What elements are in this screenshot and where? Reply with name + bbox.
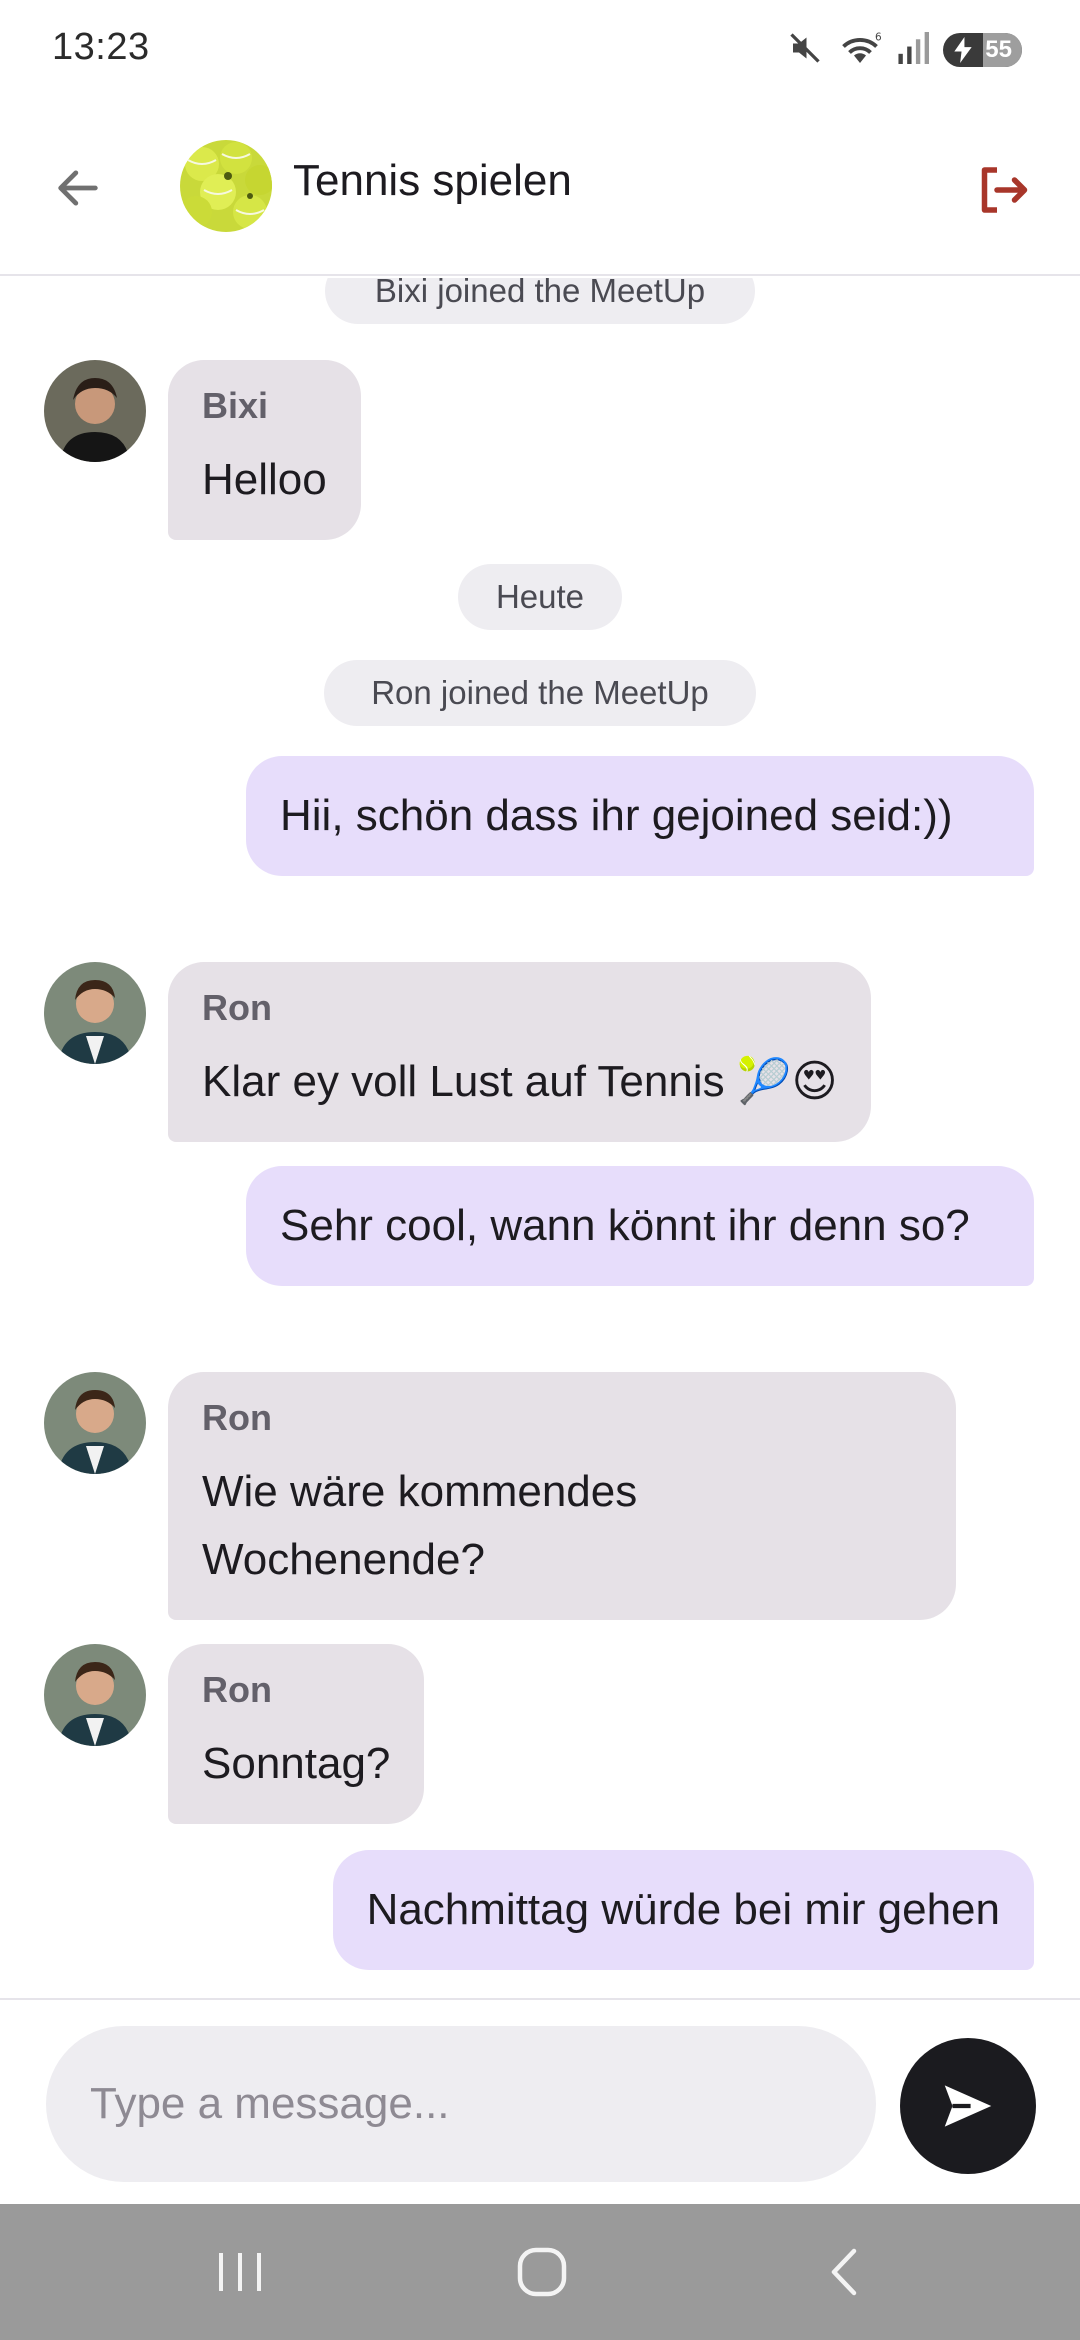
mute-icon bbox=[787, 30, 823, 71]
logout-icon bbox=[981, 167, 1028, 213]
home-icon bbox=[517, 2247, 567, 2297]
message-bubble-outgoing: Nachmittag würde bei mir gehen bbox=[332, 1850, 1034, 1970]
message-text: Sonntag? bbox=[202, 1739, 391, 1788]
home-button[interactable] bbox=[492, 2232, 592, 2312]
avatar-ron[interactable] bbox=[44, 962, 146, 1064]
battery-indicator: 55 bbox=[943, 33, 1022, 67]
back-chevron-icon bbox=[831, 2248, 857, 2296]
message-text: Klar ey voll Lust auf Tennis 🎾😍 bbox=[202, 1057, 838, 1106]
message-text: Nachmittag würde bei mir gehen bbox=[366, 1885, 1000, 1934]
battery-level: 55 bbox=[983, 33, 1022, 67]
message-bubble-incoming: Ron Wie wäre kommendes Wochenende? bbox=[168, 1372, 956, 1620]
chat-messages[interactable]: Bixi joined the MeetUp Bixi Helloo Heute… bbox=[0, 278, 1080, 1998]
wifi-icon: 6 bbox=[837, 30, 883, 71]
message-text: Helloo bbox=[202, 455, 327, 504]
message-bubble-incoming: Ron Sonntag? bbox=[168, 1644, 425, 1824]
message-bubble-outgoing: Sehr cool, wann könnt ihr denn so? bbox=[246, 1166, 1034, 1286]
message-bubble-incoming: Ron Klar ey voll Lust auf Tennis 🎾😍 bbox=[168, 962, 872, 1142]
date-divider: Heute bbox=[458, 564, 622, 630]
message-sender: Ron bbox=[202, 1397, 272, 1438]
message-sender: Ron bbox=[202, 987, 272, 1028]
charging-icon bbox=[943, 33, 983, 67]
message-sender: Ron bbox=[202, 1669, 272, 1710]
chat-title: Tennis spielen bbox=[293, 156, 572, 205]
avatar-ron[interactable] bbox=[44, 1644, 146, 1746]
status-bar: 13:23 6 55 bbox=[0, 0, 1080, 100]
group-avatar[interactable] bbox=[180, 140, 272, 232]
send-icon bbox=[944, 2085, 992, 2127]
message-text: Hii, schön dass ihr gejoined seid:)) bbox=[280, 791, 953, 840]
arrow-left-icon bbox=[58, 170, 98, 206]
system-navigation-bar bbox=[0, 2204, 1080, 2340]
message-bubble-outgoing: Hii, schön dass ihr gejoined seid:)) bbox=[246, 756, 1034, 876]
svg-text:6: 6 bbox=[875, 31, 882, 43]
avatar-bixi[interactable] bbox=[44, 360, 146, 462]
message-text: Wie wäre kommendes Wochenende? bbox=[202, 1467, 638, 1584]
nav-back-button[interactable] bbox=[794, 2232, 894, 2312]
recents-icon bbox=[219, 2253, 261, 2291]
signal-icon bbox=[897, 30, 930, 71]
leave-meetup-button[interactable] bbox=[964, 152, 1040, 228]
system-message: Ron joined the MeetUp bbox=[324, 660, 756, 726]
avatar-ron[interactable] bbox=[44, 1372, 146, 1474]
status-time: 13:23 bbox=[52, 26, 150, 68]
message-bubble-incoming: Bixi Helloo bbox=[168, 360, 361, 540]
status-icons: 6 55 bbox=[787, 28, 1022, 72]
send-button[interactable] bbox=[900, 2038, 1036, 2174]
recents-button[interactable] bbox=[190, 2232, 290, 2312]
message-input[interactable] bbox=[46, 2026, 876, 2182]
message-sender: Bixi bbox=[202, 385, 269, 426]
back-button[interactable] bbox=[40, 150, 116, 226]
system-message: Bixi joined the MeetUp bbox=[325, 278, 755, 324]
app-bar: Tennis spielen bbox=[0, 100, 1080, 276]
message-composer bbox=[0, 1998, 1080, 2204]
message-text: Sehr cool, wann könnt ihr denn so? bbox=[280, 1201, 970, 1250]
